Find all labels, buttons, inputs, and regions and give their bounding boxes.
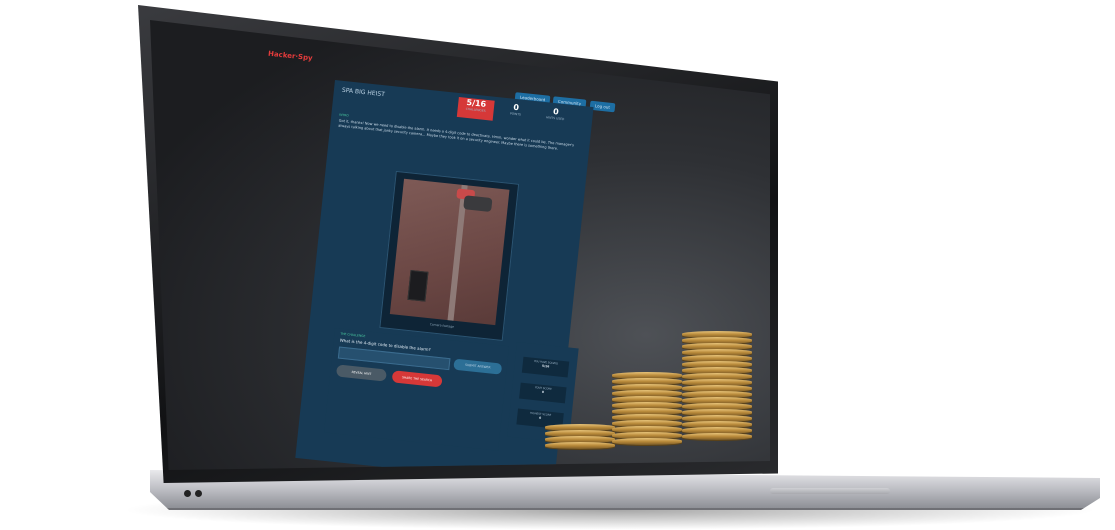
- coin-stack-icon: [545, 424, 615, 449]
- coin-stack-icon: [612, 372, 682, 445]
- security-camera-icon: [463, 195, 493, 213]
- keypad-icon: [407, 269, 429, 302]
- sidebar-item-solved: YOU HAVE SOLVED 5/16: [521, 356, 570, 378]
- sidebar-item-value: 0: [541, 389, 545, 394]
- evidence-photo-frame: Camera footage: [379, 170, 520, 341]
- submit-answer-button[interactable]: SUBMIT ANSWER: [453, 358, 503, 375]
- stat-challenges: 5/16 CHALLENGES: [456, 97, 495, 121]
- app-logo[interactable]: Hacker·Spy: [268, 50, 313, 63]
- usb-port-icon: [195, 490, 202, 497]
- reveal-hint-button[interactable]: REVEAL HINT: [335, 364, 387, 382]
- stat-hints: 0 HINTS USED: [536, 105, 574, 129]
- sidebar-item-value: 0: [539, 415, 542, 420]
- answer-panel: THE CHALLENGE What is the 4-digit code t…: [324, 328, 510, 451]
- usb-port-icon: [184, 490, 191, 497]
- stat-points: 0 POINTS: [497, 101, 535, 125]
- evidence-photo[interactable]: [389, 178, 510, 326]
- sidebar-item-score: YOUR SCORE 0: [519, 382, 567, 404]
- sidebar-item-value: 5/16: [541, 363, 550, 369]
- coin-stack-icon: [682, 331, 752, 440]
- share-button[interactable]: SHARE THE SEARCH: [391, 370, 443, 388]
- panel-title: SPA BIG HEIST: [341, 86, 386, 99]
- laptop-notch: [770, 488, 890, 494]
- intro-label: INTRO: [339, 112, 349, 118]
